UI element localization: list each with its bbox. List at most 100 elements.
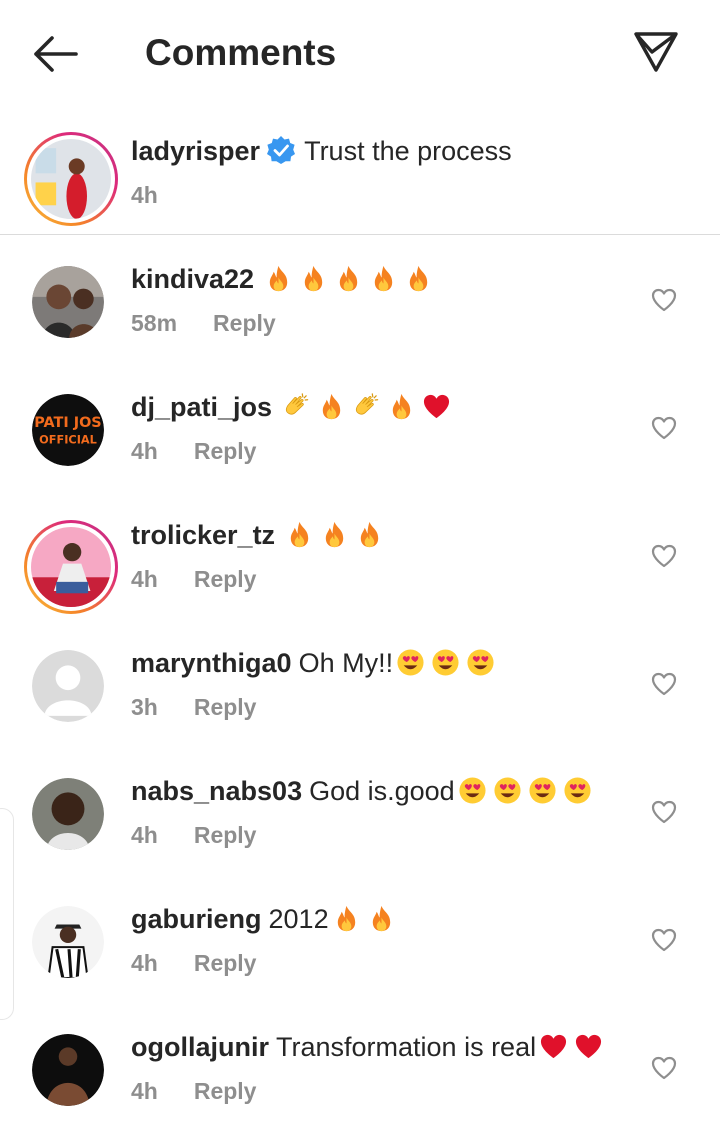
- avatar-story-ring[interactable]: [24, 520, 118, 614]
- fire-emoji-icon: [317, 392, 346, 421]
- like-heart-icon[interactable]: [650, 670, 678, 698]
- fire-emoji-icon: [320, 520, 349, 549]
- back-button[interactable]: [28, 30, 84, 78]
- reply-button[interactable]: Reply: [194, 822, 257, 848]
- comment-meta: 4h Reply: [131, 1076, 256, 1106]
- comment-time: 58m: [131, 310, 178, 336]
- heart-eyes-emoji-icon: [396, 648, 425, 677]
- comment-text: trolicker_tz: [131, 518, 387, 552]
- red-heart-emoji-icon: [539, 1032, 568, 1061]
- comment-time: 4h: [131, 822, 158, 848]
- like-heart-icon[interactable]: [650, 414, 678, 442]
- post-caption: ladyrisper Trust the process 4h: [0, 124, 720, 234]
- comment-meta: 3h Reply: [131, 692, 256, 722]
- comment-row: ogollajunir Transformation is real 4h Reply: [0, 1018, 720, 1146]
- avatar[interactable]: [32, 266, 104, 338]
- comment-username[interactable]: kindiva22: [131, 264, 254, 294]
- red-heart-emoji-icon: [422, 392, 451, 421]
- comment-text: gaburieng 2012: [131, 902, 399, 936]
- comment-body: 2012: [268, 904, 329, 934]
- comment-username[interactable]: nabs_nabs03: [131, 776, 302, 806]
- like-heart-icon[interactable]: [650, 542, 678, 570]
- comment-username[interactable]: dj_pati_jos: [131, 392, 272, 422]
- comment-row: kindiva22 58m Reply: [0, 250, 720, 378]
- comment-username[interactable]: trolicker_tz: [131, 520, 275, 550]
- avatar: [31, 139, 111, 219]
- fire-emoji-icon: [334, 264, 363, 293]
- like-heart-icon[interactable]: [650, 926, 678, 954]
- fire-emoji-icon: [332, 904, 361, 933]
- comment-row: marynthiga0 Oh My!! 3h Reply: [0, 634, 720, 762]
- comment-time: 4h: [131, 438, 158, 464]
- comment-text: kindiva22: [131, 262, 436, 296]
- caption-text: Trust the process: [304, 136, 512, 166]
- clap-emoji-icon: [352, 392, 381, 421]
- reply-button[interactable]: Reply: [194, 694, 257, 720]
- comment-body: Transformation is real: [276, 1032, 537, 1062]
- reply-button[interactable]: Reply: [194, 566, 257, 592]
- heart-eyes-emoji-icon: [466, 648, 495, 677]
- edge-panel-handle[interactable]: [0, 808, 14, 1020]
- avatar[interactable]: [32, 778, 104, 850]
- caption-username[interactable]: ladyrisper: [131, 136, 260, 166]
- caption-line: ladyrisper Trust the process: [131, 134, 512, 168]
- back-arrow-icon: [34, 36, 78, 72]
- comment-text: ogollajunir Transformation is real: [131, 1030, 606, 1064]
- page-title: Comments: [145, 32, 337, 73]
- reply-button[interactable]: Reply: [213, 310, 276, 336]
- heart-eyes-emoji-icon: [458, 776, 487, 805]
- send-icon: [634, 32, 678, 72]
- comment-row: trolicker_tz 4h Reply: [0, 506, 720, 634]
- comment-meta: 4h Reply: [131, 564, 256, 594]
- avatar[interactable]: PATI JOS OFFICIAL: [32, 394, 104, 466]
- comment-meta: 4h Reply: [131, 820, 256, 850]
- comment-username[interactable]: gaburieng: [131, 904, 262, 934]
- avatar[interactable]: [32, 906, 104, 978]
- avatar[interactable]: [32, 1034, 104, 1106]
- red-heart-emoji-icon: [574, 1032, 603, 1061]
- comment-row: nabs_nabs03 God is.good 4h Reply: [0, 762, 720, 890]
- fire-emoji-icon: [404, 264, 433, 293]
- caption-meta: 4h: [131, 180, 158, 210]
- fire-emoji-icon: [285, 520, 314, 549]
- comment-body: Oh My!!: [298, 648, 394, 678]
- heart-eyes-emoji-icon: [431, 648, 460, 677]
- heart-eyes-emoji-icon: [528, 776, 557, 805]
- heart-eyes-emoji-icon: [563, 776, 592, 805]
- fire-emoji-icon: [369, 264, 398, 293]
- fire-emoji-icon: [355, 520, 384, 549]
- svg-text:PATI JOS: PATI JOS: [34, 415, 101, 431]
- clap-emoji-icon: [282, 392, 311, 421]
- top-bar: Comments: [0, 0, 720, 106]
- fire-emoji-icon: [387, 392, 416, 421]
- like-heart-icon[interactable]: [650, 798, 678, 826]
- reply-button[interactable]: Reply: [194, 1078, 257, 1104]
- avatar-story-ring[interactable]: [24, 132, 118, 226]
- comment-text: marynthiga0 Oh My!!: [131, 646, 498, 680]
- comment-row: gaburieng 2012 4h Reply: [0, 890, 720, 1018]
- fire-emoji-icon: [264, 264, 293, 293]
- reply-button[interactable]: Reply: [194, 438, 257, 464]
- comment-meta: 4h Reply: [131, 948, 256, 978]
- comment-body: God is.good: [309, 776, 455, 806]
- reply-button[interactable]: Reply: [194, 950, 257, 976]
- fire-emoji-icon: [367, 904, 396, 933]
- comment-time: 4h: [131, 566, 158, 592]
- comment-time: 4h: [131, 950, 158, 976]
- comment-meta: 58m Reply: [131, 308, 276, 338]
- comment-username[interactable]: ogollajunir: [131, 1032, 269, 1062]
- caption-time: 4h: [131, 182, 158, 208]
- share-button[interactable]: [628, 26, 684, 78]
- verified-badge-icon: [266, 135, 296, 165]
- avatar[interactable]: [32, 650, 104, 722]
- comment-text: dj_pati_jos: [131, 390, 454, 424]
- like-heart-icon[interactable]: [650, 286, 678, 314]
- comment-text: nabs_nabs03 God is.good: [131, 774, 595, 808]
- comment-time: 4h: [131, 1078, 158, 1104]
- comment-username[interactable]: marynthiga0: [131, 648, 292, 678]
- avatar: [31, 527, 111, 607]
- heart-eyes-emoji-icon: [493, 776, 522, 805]
- like-heart-icon[interactable]: [650, 1054, 678, 1082]
- svg-text:OFFICIAL: OFFICIAL: [39, 433, 97, 446]
- fire-emoji-icon: [299, 264, 328, 293]
